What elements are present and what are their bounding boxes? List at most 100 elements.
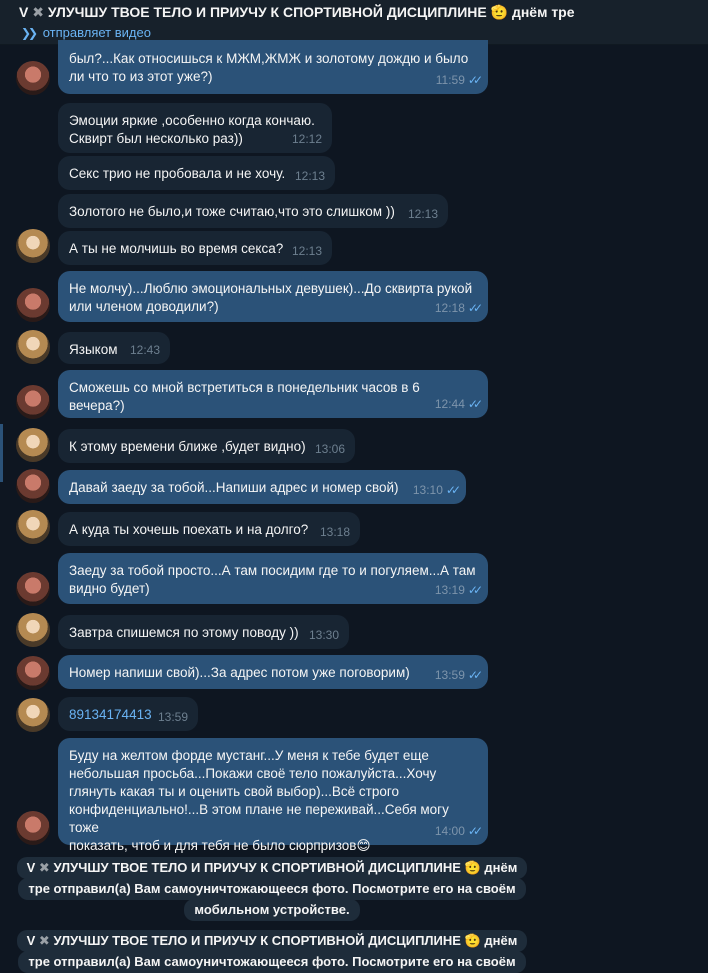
message-meta: 13:19 ✓✓: [434, 581, 483, 599]
chat-title-name: УЛУЧШУ ТВОЕ ТЕЛО И ПРИУЧУ К СПОРТИВНОЙ Д…: [47, 4, 487, 20]
message-bubble-in[interactable]: Эмоции яркие ,особенно когда кончаю. Скв…: [58, 103, 332, 153]
message-text: Номер напиши свой)...За адрес потом уже …: [69, 665, 410, 680]
message-text: А ты не молчишь во время секса?: [69, 241, 284, 256]
notice-sender-suffix: днём: [484, 933, 518, 948]
message-bubble-out[interactable]: был?...Как относишься к МЖМ,ЖМЖ и золото…: [58, 40, 488, 94]
message-time: 13:18: [319, 525, 350, 539]
message-bubble-in[interactable]: Секс трио не пробовала и не хочу. 12:13: [58, 156, 335, 190]
avatar[interactable]: [16, 613, 50, 647]
avatar[interactable]: [16, 698, 50, 732]
message-time: 13:19: [434, 583, 465, 597]
notice-sender-suffix: днём: [484, 860, 518, 875]
message-time: 14:00: [434, 824, 465, 838]
message-text-body: Буду на желтом форде мустанг...У меня к …: [69, 748, 449, 853]
chat-header: V ✖ УЛУЧШУ ТВОЕ ТЕЛО И ПРИУЧУ К СПОРТИВН…: [0, 0, 708, 45]
message-time: 12:13: [291, 244, 322, 258]
message-time: 13:06: [314, 442, 345, 456]
message-time: 12:13: [407, 207, 438, 221]
message-bubble-in[interactable]: К этому времени ближе ,будет видно) 13:0…: [58, 429, 355, 463]
double-check-icon: ✓✓: [467, 583, 483, 597]
service-notice-line: тре отправил(а) Вам самоуничтожающееся ф…: [18, 878, 526, 900]
typing-status: ❯❯ отправляет видео: [21, 25, 151, 40]
notice-sender-name: УЛУЧШУ ТВОЕ ТЕЛО И ПРИУЧУ К СПОРТИВНОЙ Д…: [53, 860, 461, 875]
message-time: 13:30: [308, 628, 339, 642]
message-text: Секс трио не пробовала и не хочу.: [69, 166, 286, 181]
cross-mark-icon: ✖: [38, 860, 50, 875]
message-bubble-out[interactable]: Заеду за тобой просто...А там посидим гд…: [58, 553, 488, 604]
avatar[interactable]: [16, 288, 50, 322]
avatar[interactable]: [16, 428, 50, 462]
message-text: был?...Как относишься к МЖМ,ЖМЖ и золото…: [69, 51, 469, 84]
message-text: Не молчу)...Люблю эмоциональных девушек)…: [69, 281, 473, 314]
double-check-icon: ✓✓: [467, 73, 483, 87]
avatar[interactable]: [16, 229, 50, 263]
message-time: 11:59: [435, 73, 465, 87]
message-text: А куда ты хочешь поехать и на долго?: [69, 522, 309, 537]
message-meta: 11:59 ✓✓: [435, 71, 483, 89]
service-notice-line: V ✖ УЛУЧШУ ТВОЕ ТЕЛО И ПРИУЧУ К СПОРТИВН…: [16, 857, 528, 879]
message-meta: 12:18 ✓✓: [434, 299, 483, 317]
message-meta: 13:59 ✓✓: [434, 666, 483, 684]
message-text: Эмоции яркие ,особенно когда кончаю. Скв…: [69, 113, 315, 146]
double-check-icon: ✓✓: [467, 397, 483, 411]
message-bubble-in[interactable]: 89134174413 13:59: [58, 697, 198, 731]
message-time: 13:59: [434, 668, 465, 682]
service-notice-line: мобильном устройстве.: [184, 899, 360, 921]
service-notice: V ✖ УЛУЧШУ ТВОЕ ТЕЛО И ПРИУЧУ К СПОРТИВН…: [14, 857, 530, 921]
cross-mark-icon: ✖: [32, 4, 44, 20]
notice-sender-prefix: V: [26, 860, 36, 875]
message-meta: 12:44 ✓✓: [434, 395, 483, 413]
avatar[interactable]: [16, 330, 50, 364]
message-bubble-out[interactable]: Давай заеду за тобой...Напиши адрес и но…: [58, 470, 466, 504]
message-text: Буду на желтом форде мустанг...У меня к …: [69, 747, 477, 855]
message-text: Золотого не было,и тоже считаю,что это с…: [69, 204, 395, 219]
message-text: Заеду за тобой просто...А там посидим гд…: [69, 563, 476, 596]
salute-emoji-icon: 🫡: [464, 860, 481, 875]
message-time: 12:44: [434, 397, 465, 411]
avatar[interactable]: [16, 510, 50, 544]
chat-title-suffix: днём тре: [511, 4, 575, 20]
avatar[interactable]: [16, 385, 50, 419]
smiling-face-emoji-icon: 😊: [356, 838, 371, 853]
message-time: 12:12: [291, 132, 322, 146]
message-bubble-out[interactable]: Буду на желтом форде мустанг...У меня к …: [58, 738, 488, 853]
sending-animation-icon: ❯❯: [21, 26, 38, 40]
selected-message-indicator: [0, 424, 3, 482]
avatar[interactable]: [16, 61, 50, 95]
message-bubble-in[interactable]: А ты не молчишь во время секса? 12:13: [58, 231, 332, 265]
message-time: 12:13: [294, 169, 325, 183]
message-text: Завтра спишемся по этому поводу )): [69, 625, 299, 640]
avatar[interactable]: [16, 656, 50, 690]
message-bubble-in[interactable]: Золотого не было,и тоже считаю,что это с…: [58, 194, 448, 228]
avatar[interactable]: [16, 572, 50, 606]
message-time: 13:59: [157, 710, 188, 724]
message-text: К этому времени ближе ,будет видно): [69, 439, 306, 454]
message-bubble-out[interactable]: Сможешь со мной встретиться в понедельни…: [58, 370, 488, 418]
message-time: 12:18: [434, 301, 465, 315]
service-notice-line: тре отправил(а) Вам самоуничтожающееся ф…: [18, 951, 526, 973]
message-time: 13:10: [412, 483, 443, 497]
notice-sender-prefix: V: [26, 933, 36, 948]
message-meta: 13:10 ✓✓: [412, 481, 461, 499]
service-notice-line: V ✖ УЛУЧШУ ТВОЕ ТЕЛО И ПРИУЧУ К СПОРТИВН…: [16, 930, 528, 952]
salute-emoji-icon: 🫡: [490, 4, 509, 20]
double-check-icon: ✓✓: [467, 301, 483, 315]
double-check-icon: ✓✓: [467, 824, 483, 838]
chat-title[interactable]: V ✖ УЛУЧШУ ТВОЕ ТЕЛО И ПРИУЧУ К СПОРТИВН…: [19, 4, 575, 21]
chat-title-prefix: V: [19, 4, 29, 20]
message-bubble-in[interactable]: Завтра спишемся по этому поводу )) 13:30: [58, 615, 349, 649]
avatar[interactable]: [16, 469, 50, 503]
double-check-icon: ✓✓: [445, 483, 461, 497]
salute-emoji-icon: 🫡: [464, 933, 481, 948]
message-bubble-out[interactable]: Номер напиши свой)...За адрес потом уже …: [58, 655, 488, 689]
double-check-icon: ✓✓: [467, 668, 483, 682]
message-meta: 14:00 ✓✓: [434, 822, 483, 840]
avatar[interactable]: [16, 811, 50, 845]
message-text: Сможешь со мной встретиться в понедельни…: [69, 380, 420, 413]
message-bubble-in[interactable]: А куда ты хочешь поехать и на долго? 13:…: [58, 512, 360, 546]
message-bubble-out[interactable]: Не молчу)...Люблю эмоциональных девушек)…: [58, 271, 488, 322]
typing-status-text: отправляет видео: [42, 25, 151, 40]
service-notice: V ✖ УЛУЧШУ ТВОЕ ТЕЛО И ПРИУЧУ К СПОРТИВН…: [14, 930, 530, 973]
message-time: 12:43: [129, 343, 160, 357]
message-bubble-in[interactable]: Языком 12:43: [58, 332, 170, 364]
